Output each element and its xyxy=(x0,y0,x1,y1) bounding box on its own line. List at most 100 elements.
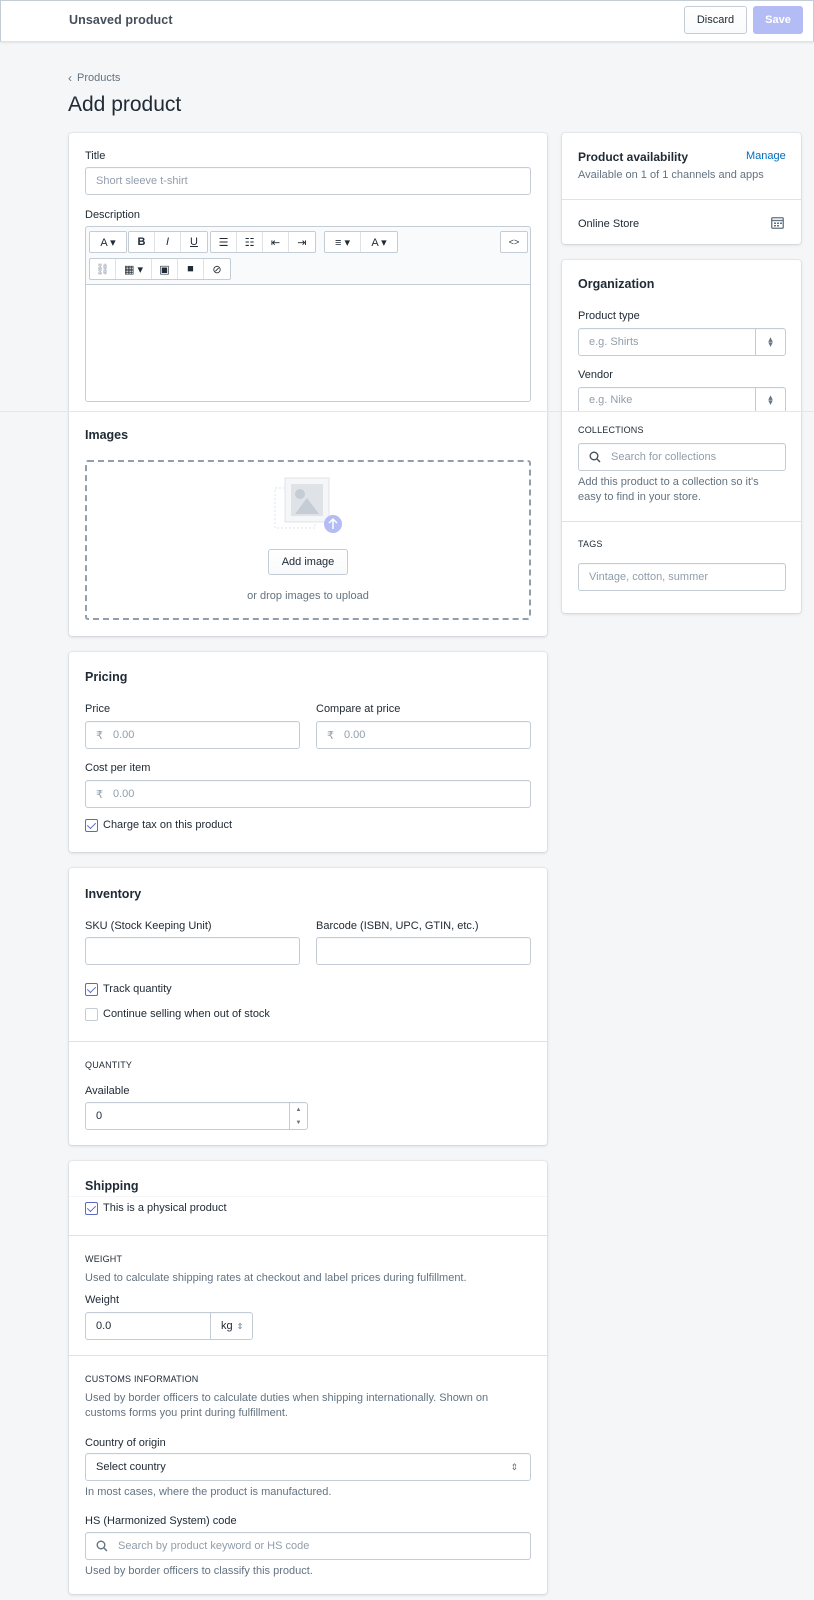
divider xyxy=(69,1355,547,1356)
select-arrows-icon: ⇕ xyxy=(236,1321,244,1331)
available-quantity-stepper[interactable]: 0 ▲ ▼ xyxy=(85,1102,308,1130)
physical-product-label: This is a physical product xyxy=(103,1202,227,1214)
collections-help-2: easy to find in your store. xyxy=(578,491,701,503)
availability-subtitle: Available on 1 of 1 channels and apps xyxy=(578,169,764,181)
title-label: Title xyxy=(85,150,106,162)
italic-button[interactable]: I xyxy=(155,232,181,252)
breadcrumb[interactable]: ‹ Products xyxy=(68,71,120,85)
compare-price-label: Compare at price xyxy=(316,703,401,715)
continue-selling-checkbox[interactable] xyxy=(85,1008,98,1021)
weight-unit-value: kg xyxy=(221,1320,233,1332)
description-label: Description xyxy=(85,209,141,221)
collections-help-1: Add this product to a collection so it's xyxy=(578,476,759,488)
font-format-button[interactable]: A ▾ xyxy=(90,232,126,252)
weight-input[interactable]: 0.0 xyxy=(85,1312,211,1340)
quantity-heading: QUANTITY xyxy=(85,1060,133,1070)
video-icon[interactable]: ■ xyxy=(178,259,204,279)
stepper-up-icon[interactable]: ▲ xyxy=(296,1107,302,1113)
manage-link[interactable]: Manage xyxy=(746,150,786,162)
customs-heading: CUSTOMS INFORMATION xyxy=(85,1374,199,1384)
country-select[interactable]: Select country ⇕ xyxy=(85,1453,531,1481)
compare-price-value: 0.00 xyxy=(344,729,366,741)
search-icon xyxy=(589,451,601,463)
table-icon[interactable]: ▦ ▾ xyxy=(116,259,152,279)
price-input[interactable]: ₹0.00 xyxy=(85,721,300,749)
product-type-placeholder: e.g. Shirts xyxy=(589,336,639,348)
discard-button[interactable]: Discard xyxy=(684,6,747,34)
customs-help-2: customs forms you print during fulfillme… xyxy=(85,1407,288,1419)
barcode-input[interactable] xyxy=(316,937,531,965)
charge-tax-label: Charge tax on this product xyxy=(103,819,233,831)
stepper-down-icon[interactable]: ▼ xyxy=(296,1120,302,1126)
vendor-select[interactable]: e.g. Nike ▴ ▾ xyxy=(578,387,786,411)
outdent-icon[interactable]: ⇤ xyxy=(263,232,289,252)
description-editor[interactable] xyxy=(85,284,531,402)
country-label: Country of origin xyxy=(85,1437,166,1449)
sku-input[interactable] xyxy=(85,937,300,965)
font-group: A ▾ xyxy=(89,231,127,253)
hs-search-input[interactable]: Search by product keyword or HS code xyxy=(85,1532,531,1560)
list-group: ☰ ☷ ⇤ ⇥ xyxy=(210,231,316,253)
save-button[interactable]: Save xyxy=(753,6,803,34)
stepper-arrows[interactable]: ▲ ▼ xyxy=(289,1103,307,1129)
text-color-icon[interactable]: A ▾ xyxy=(361,232,397,252)
price-value: 0.00 xyxy=(113,729,135,741)
weight-label: Weight xyxy=(85,1294,120,1306)
html-group: <> xyxy=(500,231,528,253)
product-type-select[interactable]: e.g. Shirts ▴ ▾ xyxy=(578,328,786,356)
link-icon[interactable]: ⛓ xyxy=(90,259,116,279)
search-icon xyxy=(96,1540,108,1552)
select-arrows-icon: ▴ ▾ xyxy=(755,329,785,355)
tags-input[interactable]: Vintage, cotton, summer xyxy=(578,563,786,591)
continue-selling-label: Continue selling when out of stock xyxy=(103,1008,270,1020)
drop-images-text: or drop images to upload xyxy=(247,590,369,602)
charge-tax-checkbox[interactable] xyxy=(85,819,98,832)
image-icon[interactable]: ▣ xyxy=(152,259,178,279)
image-dropzone[interactable]: Add image or drop images to upload xyxy=(85,460,531,620)
align-group: ≡ ▾ A ▾ xyxy=(324,231,398,253)
top-bar: Unsaved product Discard Save xyxy=(0,0,814,42)
product-type-label: Product type xyxy=(578,310,640,322)
available-value: 0 xyxy=(96,1110,103,1122)
inventory-title: Inventory xyxy=(85,887,142,901)
bullet-list-icon[interactable]: ☰ xyxy=(211,232,237,252)
country-value: Select country xyxy=(96,1461,166,1473)
currency-symbol: ₹ xyxy=(96,788,103,801)
bold-button[interactable]: B xyxy=(129,232,155,252)
underline-button[interactable]: U xyxy=(181,232,207,252)
select-arrows-icon: ▴ ▾ xyxy=(755,388,785,411)
barcode-label: Barcode (ISBN, UPC, GTIN, etc.) xyxy=(316,920,479,932)
numbered-list-icon[interactable]: ☷ xyxy=(237,232,263,252)
scroll-seam xyxy=(0,411,814,412)
cost-input[interactable]: ₹0.00 xyxy=(85,780,531,808)
customs-help-1: Used by border officers to calculate dut… xyxy=(85,1392,489,1404)
code-view-icon[interactable]: <> xyxy=(501,232,527,252)
divider xyxy=(562,199,801,200)
indent-icon[interactable]: ⇥ xyxy=(289,232,315,252)
divider xyxy=(69,1235,547,1236)
select-arrows-icon: ⇕ xyxy=(510,1461,518,1472)
collections-search-input[interactable]: Search for collections xyxy=(578,443,786,471)
divider xyxy=(69,1196,547,1197)
country-help: In most cases, where the product is manu… xyxy=(85,1486,332,1498)
calendar-icon[interactable] xyxy=(771,216,784,229)
insert-group: ⛓ ▦ ▾ ▣ ■ ⊘ xyxy=(89,258,231,280)
align-icon[interactable]: ≡ ▾ xyxy=(325,232,361,252)
breadcrumb-products[interactable]: Products xyxy=(77,72,120,84)
clear-format-icon[interactable]: ⊘ xyxy=(204,259,230,279)
chevron-left-icon: ‹ xyxy=(68,71,72,85)
title-input[interactable]: Short sleeve t-shirt xyxy=(85,167,531,195)
weight-help: Used to calculate shipping rates at chec… xyxy=(85,1272,467,1284)
hs-placeholder: Search by product keyword or HS code xyxy=(118,1540,310,1552)
organization-title: Organization xyxy=(578,277,655,291)
track-quantity-checkbox[interactable] xyxy=(85,983,98,996)
add-image-button[interactable]: Add image xyxy=(268,549,348,575)
compare-price-input[interactable]: ₹0.00 xyxy=(316,721,531,749)
weight-unit-select[interactable]: kg ⇕ xyxy=(210,1312,253,1340)
track-quantity-label: Track quantity xyxy=(103,983,172,995)
page-title: Add product xyxy=(68,93,182,116)
online-store-label: Online Store xyxy=(578,218,640,230)
title-placeholder: Short sleeve t-shirt xyxy=(96,175,188,187)
physical-product-checkbox[interactable] xyxy=(85,1202,98,1215)
weight-heading: WEIGHT xyxy=(85,1254,123,1264)
